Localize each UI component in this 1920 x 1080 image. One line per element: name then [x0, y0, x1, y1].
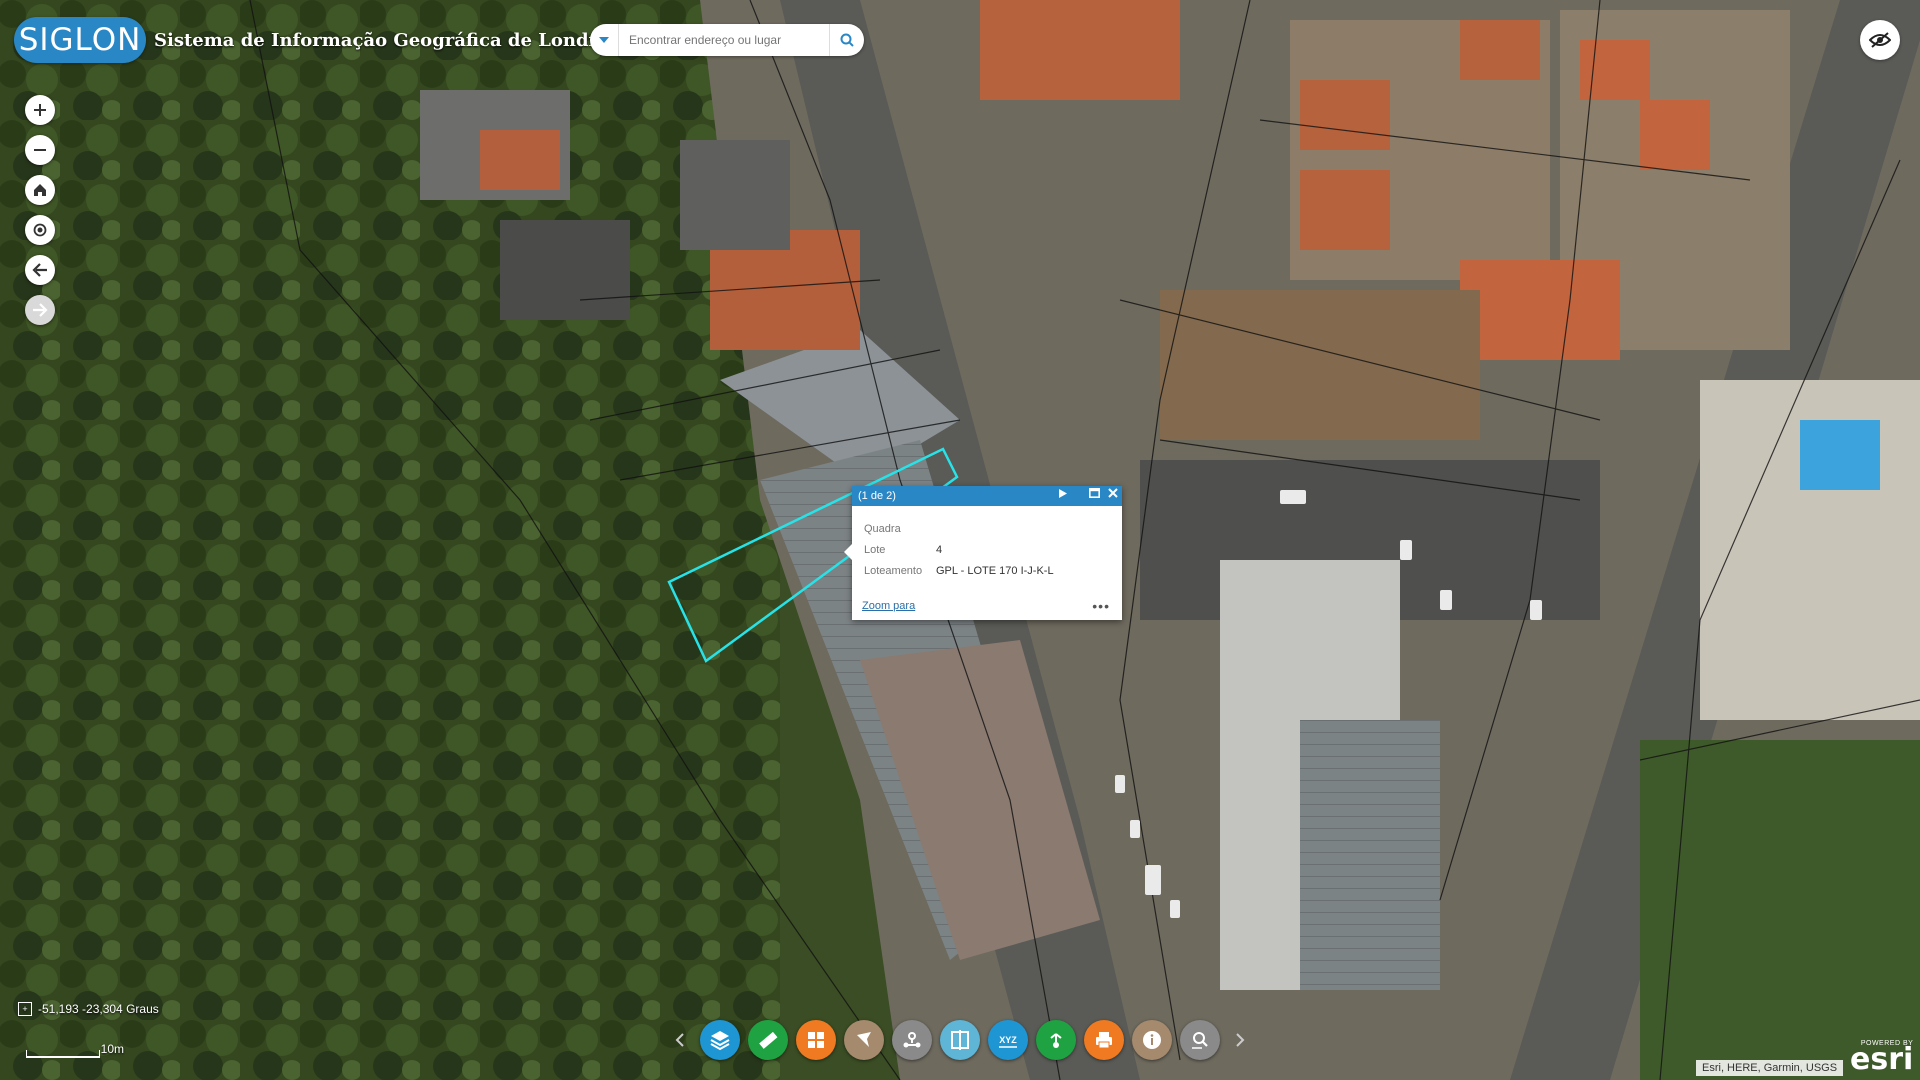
- bottom-toolbar: XYZ: [660, 1015, 1260, 1065]
- popup-counter: (1 de 2): [858, 490, 896, 502]
- next-feature-icon[interactable]: [1059, 488, 1067, 498]
- caret-down-icon: [599, 37, 609, 43]
- share-button[interactable]: [892, 1020, 932, 1060]
- network-icon: [903, 1032, 921, 1048]
- esri-logo[interactable]: POWERED BY esri: [1850, 1040, 1914, 1077]
- popup-field-lote: Lote 4: [864, 539, 1110, 560]
- map-attribution[interactable]: Esri, HERE, Garmin, USGS: [1696, 1060, 1844, 1076]
- filter-button[interactable]: [844, 1020, 884, 1060]
- info-icon: [1143, 1031, 1161, 1049]
- layers-button[interactable]: [700, 1020, 740, 1060]
- coordinate-text: -51,193 -23,304 Graus: [38, 1002, 159, 1016]
- search-widget: [590, 24, 864, 56]
- home-icon: [34, 184, 46, 196]
- search-input[interactable]: [619, 24, 829, 56]
- locate-button[interactable]: [25, 215, 55, 245]
- route-icon: [1050, 1033, 1062, 1048]
- info-button[interactable]: [1132, 1020, 1172, 1060]
- search-icon: [840, 33, 854, 47]
- measure-button[interactable]: [748, 1020, 788, 1060]
- search-layer-button[interactable]: [1180, 1020, 1220, 1060]
- toolbar-next-button[interactable]: [1228, 1020, 1252, 1060]
- feature-popup: (1 de 2) Quadra Lote 4 Loteamento GPL - …: [844, 486, 1122, 620]
- xyz-icon: XYZ: [999, 1035, 1017, 1048]
- scale-label: 10m: [100, 1042, 124, 1056]
- search-layer-icon: [1192, 1032, 1208, 1049]
- search-source-dropdown[interactable]: [590, 24, 619, 56]
- esri-wordmark: esri: [1850, 1042, 1914, 1077]
- eye-off-icon: [1869, 32, 1891, 48]
- field-label: Quadra: [864, 522, 901, 535]
- popup-header: (1 de 2): [852, 486, 1122, 506]
- zoom-to-link[interactable]: Zoom para: [862, 600, 915, 612]
- search-button[interactable]: [829, 24, 864, 56]
- coordinate-readout: + -51,193 -23,304 Graus: [18, 1002, 159, 1016]
- swipe-button[interactable]: [940, 1020, 980, 1060]
- arrow-right-icon: [33, 303, 48, 317]
- flag-icon: [857, 1032, 871, 1047]
- field-value: 4: [936, 543, 943, 556]
- zoom-in-button[interactable]: [25, 95, 55, 125]
- grid-icon: [808, 1032, 824, 1048]
- svg-text:XYZ: XYZ: [999, 1035, 1017, 1045]
- ruler-icon: [759, 1031, 778, 1049]
- xyz-button[interactable]: XYZ: [988, 1020, 1028, 1060]
- swipe-icon: [951, 1030, 969, 1050]
- minus-icon: [34, 149, 46, 151]
- toggle-visibility-button[interactable]: [1860, 20, 1900, 60]
- next-extent-button[interactable]: [25, 295, 55, 325]
- arrow-left-icon: [32, 263, 47, 277]
- print-icon: [1096, 1032, 1112, 1049]
- field-label: Lote: [864, 543, 886, 556]
- layers-icon: [710, 1031, 730, 1051]
- previous-extent-button[interactable]: [25, 255, 55, 285]
- popup-field-loteamento: Loteamento GPL - LOTE 170 I-J-K-L: [864, 560, 1110, 581]
- field-label: Loteamento: [864, 564, 923, 577]
- toolbar-prev-button[interactable]: [668, 1020, 692, 1060]
- home-button[interactable]: [25, 175, 55, 205]
- app-header: SIGLON Sistema de Informação Geográfica …: [14, 16, 630, 64]
- siglon-logo[interactable]: SIGLON: [14, 17, 146, 63]
- print-button[interactable]: [1084, 1020, 1124, 1060]
- chevron-right-icon: [1236, 1033, 1245, 1047]
- route-button[interactable]: [1036, 1020, 1076, 1060]
- close-icon[interactable]: [1108, 488, 1118, 498]
- basemap-button[interactable]: [796, 1020, 836, 1060]
- scale-line: [26, 1050, 100, 1058]
- crosshair-icon[interactable]: +: [18, 1002, 32, 1016]
- chevron-left-icon: [675, 1033, 684, 1047]
- zoom-out-button[interactable]: [25, 135, 55, 165]
- field-value: GPL - LOTE 170 I-J-K-L: [936, 564, 1054, 577]
- maximize-icon[interactable]: [1089, 488, 1100, 498]
- locate-icon: [33, 223, 47, 237]
- popup-field-quadra: Quadra: [864, 518, 1110, 539]
- scale-bar: 10m: [26, 1042, 124, 1058]
- more-options-button[interactable]: •••: [1092, 598, 1110, 614]
- plus-icon: [34, 104, 46, 116]
- app-title: Sistema de Informação Geográfica de Lond…: [154, 29, 630, 51]
